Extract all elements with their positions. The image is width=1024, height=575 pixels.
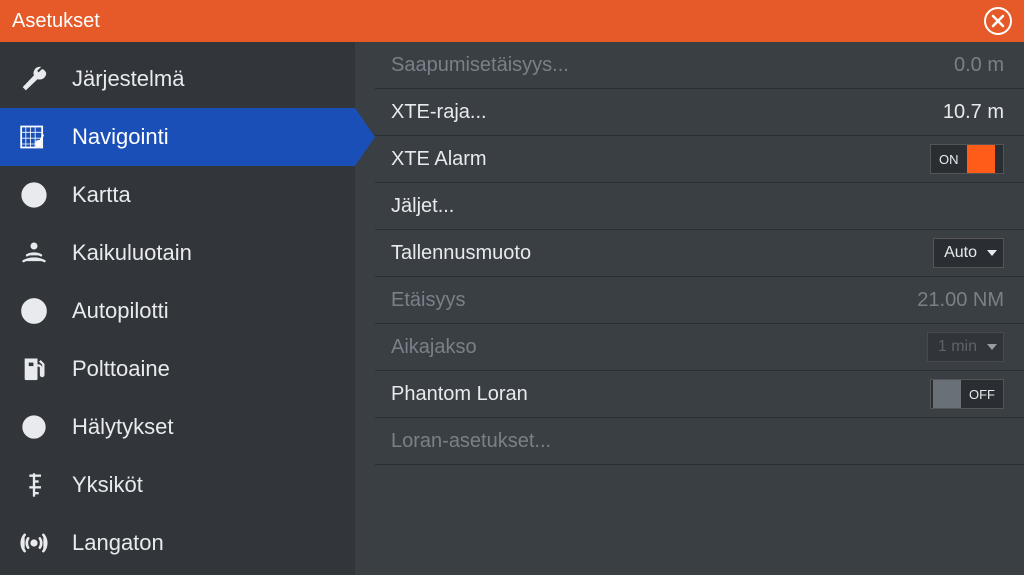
sidebar-item-label: Polttoaine [72, 356, 170, 382]
row-phantom-loran: Phantom Loran OFF [375, 371, 1024, 418]
sidebar-item-label: Langaton [72, 530, 164, 556]
toggle-handle [967, 145, 995, 173]
titlebar: Asetukset [0, 0, 1024, 42]
sidebar-item-map[interactable]: Kartta [0, 166, 355, 224]
sidebar-item-wireless[interactable]: Langaton [0, 514, 355, 572]
sidebar-item-label: Autopilotti [72, 298, 169, 324]
settings-window: Asetukset Järjestelmä [0, 0, 1024, 575]
row-label: Saapumisetäisyys... [391, 54, 954, 77]
close-button[interactable] [984, 7, 1012, 35]
time-period-dropdown: 1 min [927, 332, 1004, 362]
autopilot-icon [20, 297, 60, 325]
sidebar-item-units[interactable]: Yksiköt [0, 456, 355, 514]
sonar-icon [20, 239, 60, 267]
row-tracks[interactable]: Jäljet... [375, 183, 1024, 230]
row-value: 0.0 m [954, 54, 1004, 77]
row-distance: Etäisyys 21.00 NM [375, 277, 1024, 324]
sidebar-item-navigation[interactable]: Navigointi [0, 108, 355, 166]
row-time-period: Aikajakso 1 min [375, 324, 1024, 371]
chevron-down-icon [987, 250, 997, 256]
dropdown-value: Auto [944, 244, 977, 262]
sidebar-item-fuel[interactable]: Polttoaine [0, 340, 355, 398]
wrench-icon [20, 65, 60, 93]
alarm-icon [20, 413, 60, 441]
row-label: Loran-asetukset... [391, 430, 1004, 453]
sidebar-item-label: Kartta [72, 182, 131, 208]
fuel-icon [20, 355, 60, 383]
sidebar-item-autopilot[interactable]: Autopilotti [0, 282, 355, 340]
content-panel: Saapumisetäisyys... 0.0 m XTE-raja... 10… [355, 42, 1024, 575]
sidebar-item-system[interactable]: Järjestelmä [0, 50, 355, 108]
sidebar-item-sonar[interactable]: Kaikuluotain [0, 224, 355, 282]
row-log-format: Tallennusmuoto Auto [375, 230, 1024, 277]
dropdown-value: 1 min [938, 338, 977, 356]
sidebar-item-alarms[interactable]: Hälytykset [0, 398, 355, 456]
row-xte-alarm: XTE Alarm ON [375, 136, 1024, 183]
toggle-state-text: ON [931, 152, 967, 167]
row-label: XTE-raja... [391, 101, 943, 124]
row-label: XTE Alarm [391, 148, 930, 171]
phantom-loran-toggle[interactable]: OFF [930, 379, 1004, 409]
sidebar-item-label: Kaikuluotain [72, 240, 192, 266]
row-label: Tallennusmuoto [391, 242, 933, 265]
sidebar-item-label: Yksiköt [72, 472, 143, 498]
navigation-icon [20, 123, 60, 151]
window-title: Asetukset [12, 10, 100, 33]
row-label: Phantom Loran [391, 383, 930, 406]
window-body: Järjestelmä Navigoin [0, 42, 1024, 575]
wireless-icon [20, 529, 60, 557]
row-value: 10.7 m [943, 101, 1004, 124]
chevron-down-icon [987, 344, 997, 350]
ruler-icon [20, 471, 60, 499]
row-xte-limit[interactable]: XTE-raja... 10.7 m [375, 89, 1024, 136]
row-arrival-distance[interactable]: Saapumisetäisyys... 0.0 m [375, 42, 1024, 89]
sidebar: Järjestelmä Navigoin [0, 42, 355, 575]
sidebar-item-label: Hälytykset [72, 414, 173, 440]
row-loran-settings: Loran-asetukset... [375, 418, 1024, 465]
log-format-dropdown[interactable]: Auto [933, 238, 1004, 268]
close-icon [991, 14, 1005, 28]
row-label: Jäljet... [391, 195, 1004, 218]
globe-icon [20, 181, 60, 209]
xte-alarm-toggle[interactable]: ON [930, 144, 1004, 174]
row-value: 21.00 NM [917, 289, 1004, 312]
toggle-state-text: OFF [961, 387, 1003, 402]
sidebar-item-label: Järjestelmä [72, 66, 184, 92]
toggle-handle [933, 380, 961, 408]
row-label: Aikajakso [391, 336, 927, 359]
sidebar-item-label: Navigointi [72, 124, 169, 150]
row-label: Etäisyys [391, 289, 917, 312]
